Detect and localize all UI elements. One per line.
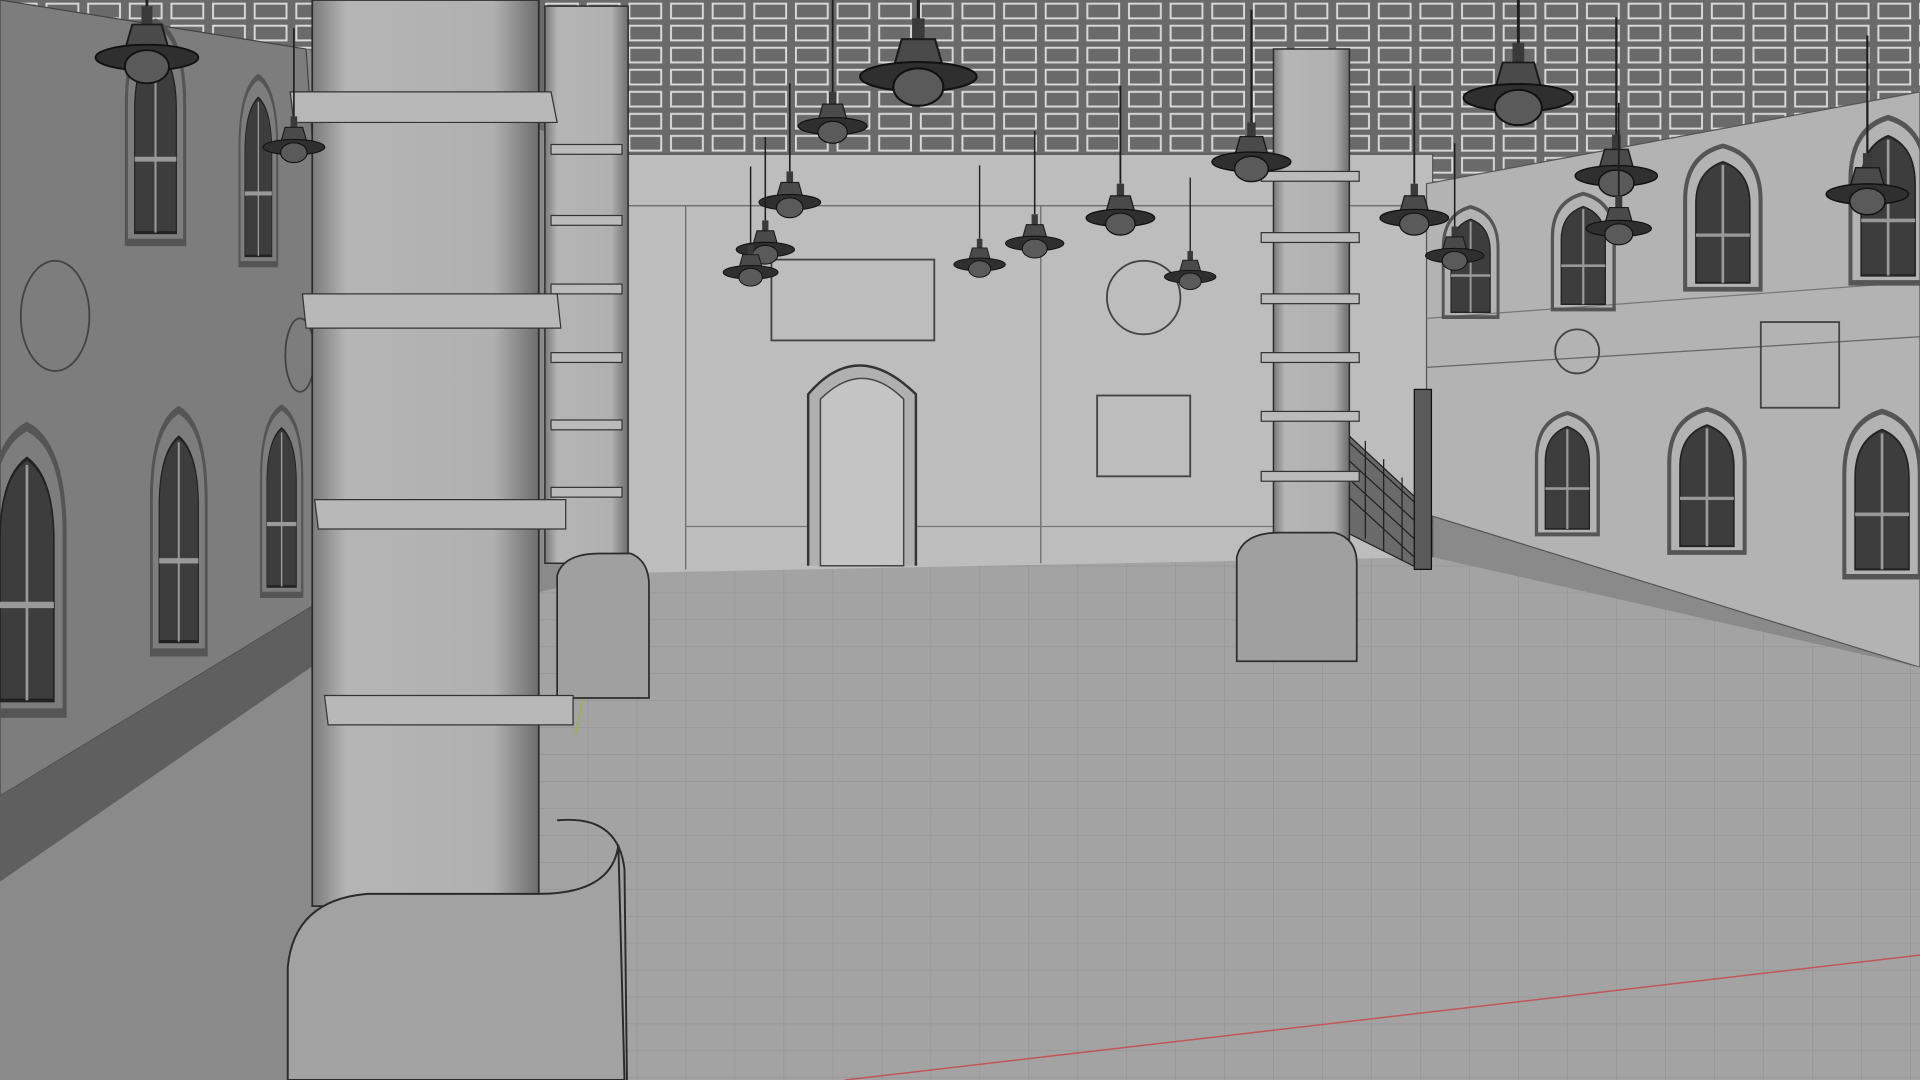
archway[interactable] bbox=[806, 364, 918, 567]
3d-viewport[interactable] bbox=[0, 0, 1920, 1080]
